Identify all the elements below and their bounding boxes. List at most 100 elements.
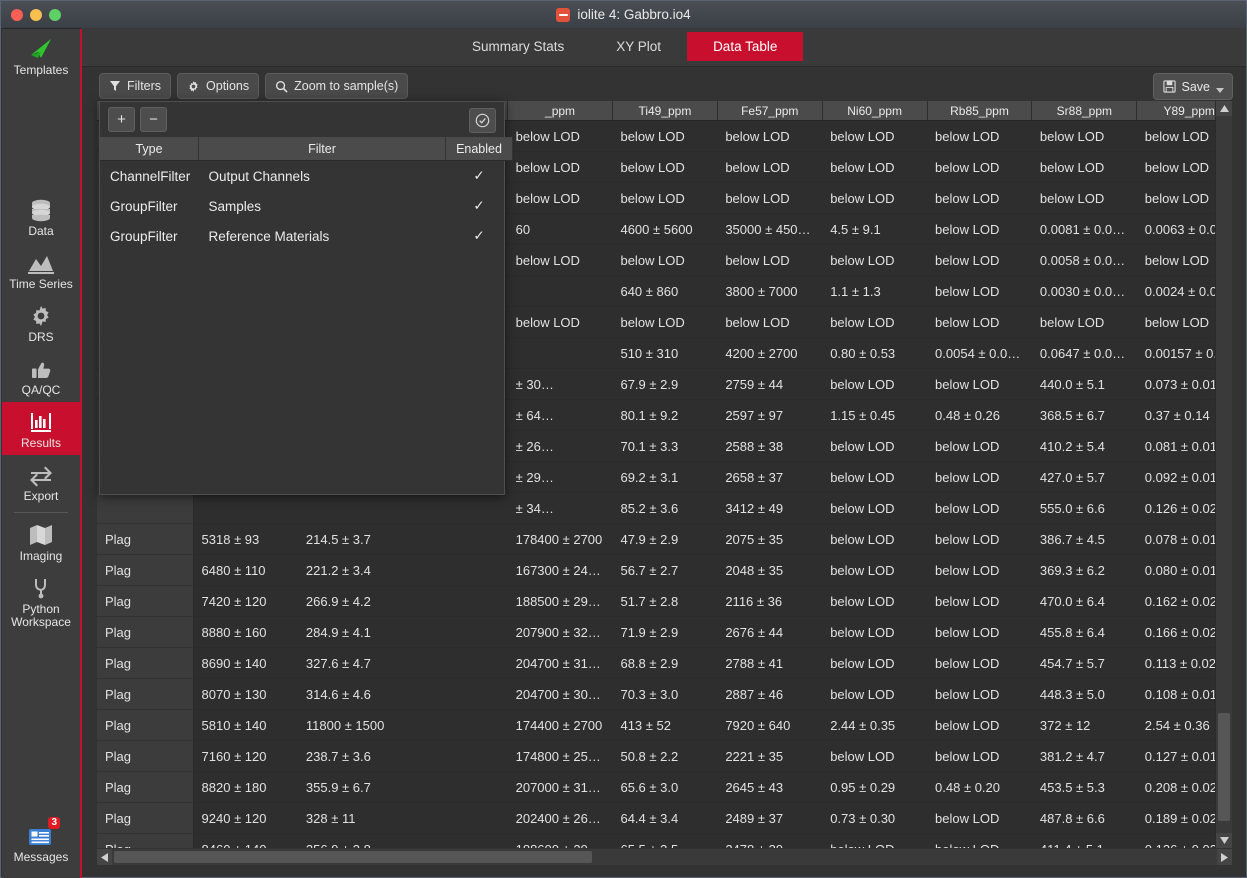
table-cell-c2[interactable]: 221.2 ± 3.4 — [297, 554, 403, 586]
table-cell-c1[interactable]: 8690 ± 140 — [193, 647, 298, 679]
table-cell-c2[interactable]: 284.9 ± 4.1 — [297, 616, 403, 648]
table-cell-c3[interactable] — [402, 554, 508, 586]
table-cell-c2[interactable]: 328 ± 11 — [297, 802, 403, 834]
table-cell-c4[interactable]: ± 34… — [507, 492, 613, 524]
chevron-down-icon[interactable] — [1216, 87, 1224, 93]
table-cell-ti49[interactable]: below LOD — [612, 244, 718, 276]
filter-cell-filter[interactable]: Samples — [199, 191, 446, 221]
table-row[interactable]: Plag 8820 ± 180 355.9 ± 6.7 207000 ± 31… 65.… — [97, 771, 1232, 803]
table-cell-c3[interactable] — [402, 833, 508, 848]
table-cell-c2[interactable]: 355.9 ± 6.7 — [297, 771, 403, 803]
table-cell-ni60[interactable]: 1.15 ± 0.45 — [822, 399, 928, 431]
table-cell-ni60[interactable]: 4.5 ± 9.1 — [822, 213, 928, 245]
table-cell-sr88[interactable]: 448.3 ± 5.0 — [1031, 678, 1137, 710]
table-cell-ti49[interactable]: 70.3 ± 3.0 — [612, 678, 718, 710]
table-cell-ti49[interactable]: 47.9 ± 2.9 — [612, 523, 718, 555]
table-cell-c1[interactable]: 7160 ± 120 — [193, 740, 298, 772]
table-cell-fe57[interactable]: 2489 ± 37 — [717, 802, 823, 834]
table-cell-fe57[interactable]: 7920 ± 640 — [717, 709, 823, 741]
table-cell-group[interactable]: Plag — [97, 802, 194, 834]
table-cell-c3[interactable] — [402, 492, 508, 524]
table-cell-sr88[interactable]: 411.4 ± 5.1 — [1031, 833, 1137, 848]
filters-column-enabled[interactable]: Enabled — [445, 137, 513, 161]
table-cell-ti49[interactable]: 85.2 ± 3.6 — [612, 492, 718, 524]
column-header-sr88[interactable]: Sr88_ppm — [1031, 101, 1138, 121]
sidebar-item-time-series[interactable]: Time Series — [2, 243, 80, 296]
table-cell-sr88[interactable]: 454.7 ± 5.7 — [1031, 647, 1137, 679]
filters-column-type[interactable]: Type — [100, 137, 199, 161]
table-cell-fe57[interactable]: 2645 ± 43 — [717, 771, 823, 803]
filter-row[interactable]: GroupFilter Reference Materials ✓ — [100, 221, 513, 251]
table-cell-c1[interactable]: 8460 ± 140 — [193, 833, 298, 848]
table-cell-rb85[interactable]: 0.48 ± 0.20 — [927, 771, 1032, 803]
table-cell-rb85[interactable]: below LOD — [927, 120, 1032, 152]
table-cell-sr88[interactable]: 487.8 ± 6.6 — [1031, 802, 1137, 834]
table-cell-c4[interactable]: below LOD — [507, 182, 613, 214]
column-header-rb85[interactable]: Rb85_ppm — [927, 101, 1033, 121]
table-cell-group[interactable] — [97, 492, 194, 524]
table-cell-fe57[interactable]: below LOD — [717, 306, 823, 338]
filter-cell-type[interactable]: ChannelFilter — [100, 161, 199, 192]
table-cell-rb85[interactable]: below LOD — [927, 678, 1032, 710]
table-cell-sr88[interactable]: below LOD — [1031, 306, 1137, 338]
table-cell-group[interactable]: Plag — [97, 833, 194, 848]
table-cell-group[interactable]: Plag — [97, 740, 194, 772]
table-cell-fe57[interactable]: 4200 ± 2700 — [717, 337, 823, 369]
table-cell-sr88[interactable]: 0.0030 ± 0.0… — [1031, 275, 1137, 307]
table-cell-fe57[interactable]: 3412 ± 49 — [717, 492, 823, 524]
table-cell-rb85[interactable]: below LOD — [927, 740, 1032, 772]
table-row[interactable]: ± 34… 85.2 ± 3.6 3412 ± 49 below LOD below L… — [97, 492, 1232, 524]
table-horizontal-scrollbar[interactable] — [97, 849, 1232, 865]
table-cell-c4[interactable]: 207000 ± 31… — [507, 771, 613, 803]
table-row[interactable]: Plag 7160 ± 120 238.7 ± 3.6 174800 ± 25… 50.… — [97, 740, 1232, 772]
table-cell-fe57[interactable]: 3800 ± 7000 — [717, 275, 823, 307]
table-cell-c2[interactable]: 266.9 ± 4.2 — [297, 585, 403, 617]
add-filter-button[interactable]: + — [108, 107, 135, 132]
table-cell-ni60[interactable]: below LOD — [822, 585, 928, 617]
close-window-button[interactable] — [11, 8, 23, 21]
table-cell-ni60[interactable]: below LOD — [822, 833, 928, 848]
table-row[interactable]: Plag 8880 ± 160 284.9 ± 4.1 207900 ± 32… 71.… — [97, 616, 1232, 648]
options-button[interactable]: Options — [177, 73, 260, 99]
remove-filter-button[interactable]: − — [140, 107, 167, 132]
table-cell-c3[interactable] — [402, 771, 508, 803]
table-cell-rb85[interactable]: below LOD — [927, 368, 1032, 400]
table-cell-ti49[interactable]: 50.8 ± 2.2 — [612, 740, 718, 772]
table-cell-c1[interactable]: 8820 ± 180 — [193, 771, 298, 803]
table-cell-rb85[interactable]: below LOD — [927, 430, 1032, 462]
table-cell-fe57[interactable]: 2759 ± 44 — [717, 368, 823, 400]
filter-cell-enabled[interactable]: ✓ — [446, 191, 513, 221]
table-cell-c4[interactable]: 188500 ± 29… — [507, 585, 613, 617]
table-cell-rb85[interactable]: below LOD — [927, 213, 1032, 245]
table-cell-ti49[interactable]: below LOD — [612, 120, 718, 152]
table-cell-sr88[interactable]: 0.0647 ± 0.0… — [1031, 337, 1137, 369]
sidebar-item-data[interactable]: Data — [2, 190, 80, 243]
table-vertical-scrollbar[interactable] — [1215, 101, 1232, 848]
sidebar-item-results[interactable]: Results — [2, 402, 80, 455]
table-cell-fe57[interactable]: below LOD — [717, 120, 823, 152]
table-cell-ti49[interactable]: 71.9 ± 2.9 — [612, 616, 718, 648]
table-cell-rb85[interactable]: below LOD — [927, 306, 1032, 338]
table-cell-c2[interactable]: 327.6 ± 4.7 — [297, 647, 403, 679]
apply-filters-button[interactable] — [469, 108, 496, 133]
table-cell-group[interactable]: Plag — [97, 678, 194, 710]
table-cell-rb85[interactable]: below LOD — [927, 709, 1032, 741]
filter-cell-filter[interactable]: Output Channels — [199, 161, 446, 192]
table-cell-rb85[interactable]: 0.0054 ± 0.0… — [927, 337, 1032, 369]
table-cell-ti49[interactable]: 56.7 ± 2.7 — [612, 554, 718, 586]
table-cell-c2[interactable]: 256.9 ± 3.8 — [297, 833, 403, 848]
table-cell-ti49[interactable]: 65.6 ± 3.0 — [612, 771, 718, 803]
table-cell-c4[interactable]: ± 30… — [507, 368, 613, 400]
table-cell-c1[interactable]: 6480 ± 110 — [193, 554, 298, 586]
column-header-ti49[interactable]: Ti49_ppm — [612, 101, 718, 121]
table-cell-ni60[interactable]: below LOD — [822, 120, 928, 152]
table-cell-sr88[interactable]: 427.0 ± 5.7 — [1031, 461, 1137, 493]
table-cell-fe57[interactable]: 2048 ± 35 — [717, 554, 823, 586]
table-cell-sr88[interactable]: 0.0058 ± 0.0… — [1031, 244, 1137, 276]
table-cell-c1[interactable]: 8880 ± 160 — [193, 616, 298, 648]
table-cell-c1[interactable] — [193, 492, 298, 524]
table-cell-c4[interactable]: 174800 ± 25… — [507, 740, 613, 772]
tab-summary-stats[interactable]: Summary Stats — [446, 32, 590, 61]
table-cell-ti49[interactable]: below LOD — [612, 182, 718, 214]
table-row[interactable]: Plag 5318 ± 93 214.5 ± 3.7 178400 ± 2700 47.… — [97, 523, 1232, 555]
